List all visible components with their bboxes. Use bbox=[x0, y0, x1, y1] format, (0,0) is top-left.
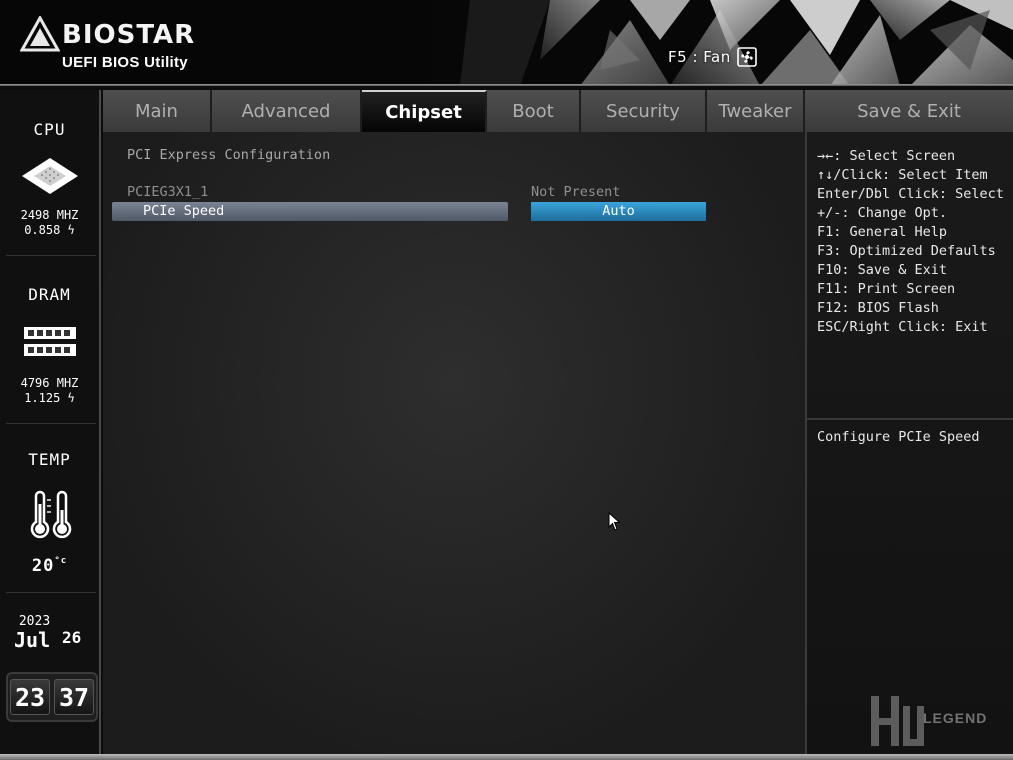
date-day: 26 bbox=[62, 628, 82, 647]
mouse-cursor-icon bbox=[608, 512, 621, 531]
tab-boot[interactable]: Boot bbox=[487, 90, 581, 132]
biostar-logo: BIOSTAR UEFI BIOS Utility bbox=[20, 14, 220, 74]
watermark-mark-icon bbox=[871, 696, 924, 746]
tab-main[interactable]: Main bbox=[103, 90, 212, 132]
voltage-bolt-icon: ϟ bbox=[60, 391, 75, 405]
watermark-text: LEGEND bbox=[923, 710, 988, 726]
system-status-sidebar: CPU 2498 MHZ 0.858 ϟ DRAM 4796 MHZ 1.125… bbox=[0, 90, 101, 760]
bios-header: BIOSTAR UEFI BIOS Utility F5 : Fan bbox=[0, 0, 1013, 86]
device-slot-value: Not Present bbox=[531, 184, 621, 200]
tab-tweaker[interactable]: Tweaker bbox=[707, 90, 805, 132]
key-help-item: +/-: Change Opt. bbox=[817, 205, 948, 221]
dram-frequency: 4796 MHZ bbox=[20, 376, 79, 390]
voltage-bolt-icon: ϟ bbox=[60, 223, 75, 237]
section-title: PCI Express Configuration bbox=[127, 147, 331, 163]
help-divider bbox=[807, 418, 1013, 420]
key-help-item: ESC/Right Click: Exit bbox=[817, 319, 988, 335]
cpu-chip-icon bbox=[22, 158, 78, 194]
temp-title: TEMP bbox=[28, 450, 71, 469]
temperature-value: 20 bbox=[31, 556, 55, 576]
sidebar-separator bbox=[6, 423, 96, 424]
date-month: Jul bbox=[14, 628, 51, 652]
dram-title: DRAM bbox=[28, 285, 71, 304]
clock-hour: 23 bbox=[10, 679, 50, 715]
watermark-logo: LEGEND bbox=[869, 692, 1011, 752]
pcie-speed-label: PCIe Speed bbox=[143, 203, 225, 219]
pcie-speed-value[interactable]: Auto bbox=[531, 202, 706, 221]
item-description: Configure PCIe Speed bbox=[817, 429, 980, 445]
fan-icon bbox=[736, 47, 757, 67]
bottom-border bbox=[0, 754, 1013, 760]
key-help-item: Enter/Dbl Click: Select bbox=[817, 186, 1004, 202]
header-divider bbox=[0, 84, 1013, 86]
biostar-logo-mark-icon bbox=[20, 16, 60, 52]
logo-brand-text: BIOSTAR bbox=[62, 20, 196, 50]
tab-security[interactable]: Security bbox=[581, 90, 707, 132]
clock-minute: 37 bbox=[54, 679, 94, 715]
cpu-title: CPU bbox=[33, 120, 66, 139]
tab-chipset[interactable]: Chipset bbox=[362, 90, 487, 132]
dram-voltage: 1.125 bbox=[24, 391, 61, 405]
help-panel: →←: Select Screen ↑↓/Click: Select Item … bbox=[805, 132, 1013, 754]
date-year: 2023 bbox=[18, 614, 51, 629]
header-decorative-art bbox=[430, 0, 1013, 86]
key-help-item: →←: Select Screen bbox=[817, 148, 956, 164]
key-help-item: F11: Print Screen bbox=[817, 281, 956, 297]
flip-clock: 23 37 bbox=[6, 672, 98, 722]
dram-module-icon bbox=[24, 327, 76, 356]
key-help-item: F12: BIOS Flash bbox=[817, 300, 939, 316]
sidebar-separator bbox=[6, 592, 96, 593]
device-slot-label: PCIEG3X1_1 bbox=[127, 184, 209, 200]
key-help-item: F3: Optimized Defaults bbox=[817, 243, 996, 259]
tab-save-exit[interactable]: Save & Exit bbox=[805, 90, 1013, 132]
cpu-voltage: 0.858 bbox=[24, 223, 61, 237]
menu-tabs: Main Advanced Chipset Boot Security Twea… bbox=[103, 90, 1013, 132]
key-help-list: →←: Select Screen ↑↓/Click: Select Item … bbox=[817, 147, 1013, 337]
key-help-item: F1: General Help bbox=[817, 224, 948, 240]
temperature-unit: °c bbox=[54, 556, 68, 566]
fan-shortcut-button[interactable]: F5 : Fan bbox=[668, 46, 757, 68]
cpu-voltage-row: 0.858 ϟ bbox=[0, 223, 99, 238]
settings-panel: PCI Express Configuration PCIEG3X1_1 Not… bbox=[103, 132, 805, 754]
tab-advanced[interactable]: Advanced bbox=[212, 90, 362, 132]
sidebar-separator bbox=[6, 255, 96, 256]
cpu-frequency: 2498 MHZ bbox=[20, 208, 79, 222]
fan-shortcut-label: F5 : Fan bbox=[668, 48, 731, 66]
logo-subtitle: UEFI BIOS Utility bbox=[62, 54, 188, 71]
temperature-readout: 20°c bbox=[0, 556, 99, 576]
thermometer-icon bbox=[30, 490, 72, 539]
key-help-item: F10: Save & Exit bbox=[817, 262, 948, 278]
key-help-item: ↑↓/Click: Select Item bbox=[817, 167, 988, 183]
dram-voltage-row: 1.125 ϟ bbox=[0, 391, 99, 406]
pcie-speed-row[interactable]: PCIe Speed bbox=[112, 202, 508, 221]
